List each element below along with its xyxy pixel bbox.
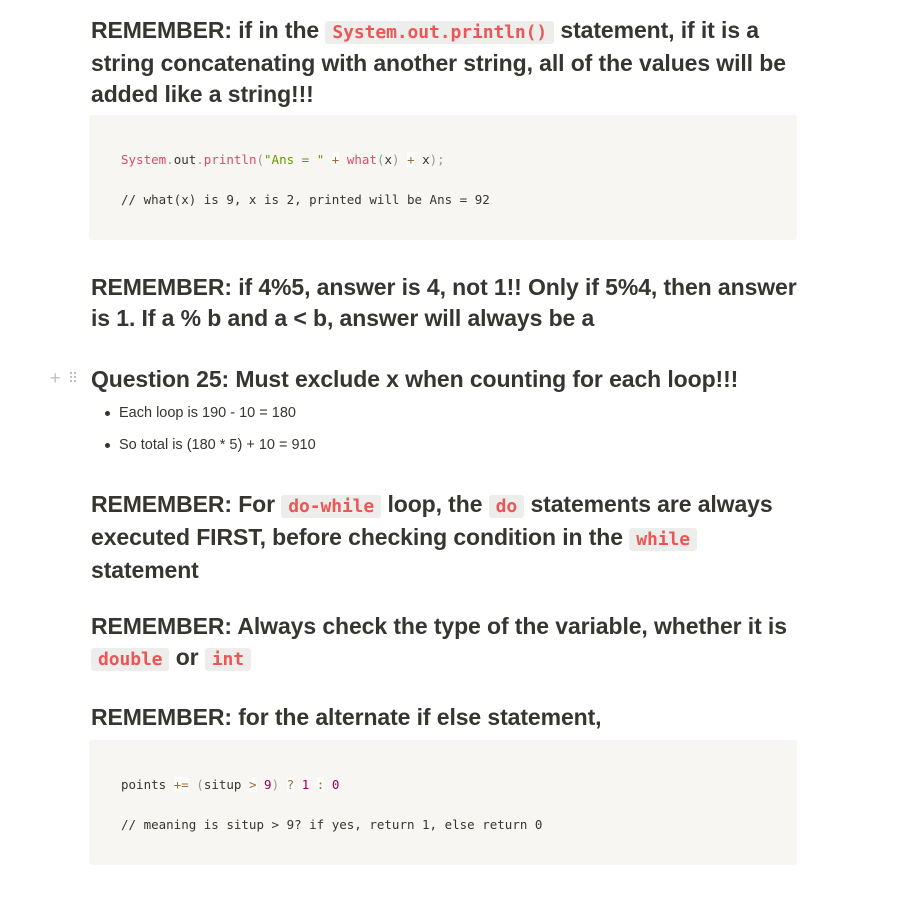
code-token: situp bbox=[203, 777, 249, 792]
code-token: ( bbox=[256, 152, 265, 167]
text: statement bbox=[91, 557, 199, 583]
inline-code: double bbox=[91, 648, 170, 671]
code-token: ); bbox=[429, 152, 445, 167]
remember-type-heading: REMEMBER: Always check the type of the v… bbox=[91, 611, 797, 675]
list-item: Each loop is 190 - 10 = 180 bbox=[105, 405, 296, 421]
remember-println-heading: REMEMBER: if in the System.out.println()… bbox=[91, 15, 797, 110]
code-comment: // meaning is situp > 9? if yes, return … bbox=[121, 817, 543, 832]
code-block-println[interactable]: System.out.println("Ans = " + what(x) + … bbox=[89, 115, 797, 240]
code-token: ( bbox=[196, 777, 204, 792]
code-token: + bbox=[407, 152, 415, 167]
code-token: . bbox=[196, 152, 204, 167]
code-token: 9 bbox=[264, 777, 272, 792]
code-token: points bbox=[121, 777, 174, 792]
code-token: += bbox=[173, 777, 189, 792]
remember-modulo-heading: REMEMBER: if 4%5, answer is 4, not 1!! O… bbox=[91, 274, 797, 331]
code-token: x bbox=[384, 152, 392, 167]
text: REMEMBER: Always check the type of the v… bbox=[91, 613, 787, 639]
add-block-icon[interactable]: + bbox=[50, 368, 61, 389]
code-token: out bbox=[173, 152, 197, 167]
code-token: ) bbox=[271, 777, 280, 792]
code-token: x bbox=[414, 152, 430, 167]
text: REMEMBER: if in the bbox=[91, 17, 326, 43]
remember-ternary-heading: REMEMBER: for the alternate if else stat… bbox=[91, 704, 602, 730]
code-token: . bbox=[166, 152, 174, 167]
code-comment: // what(x) is 9, x is 2, printed will be… bbox=[121, 192, 490, 207]
code-token: > bbox=[248, 777, 257, 792]
code-line: points += (situp > 9) ? 1 : 0 bbox=[121, 777, 339, 792]
question-25-heading: Question 25: Must exclude x when countin… bbox=[91, 366, 739, 392]
inline-code: while bbox=[629, 528, 697, 551]
text: loop, the bbox=[381, 491, 489, 517]
drag-handle-icon[interactable]: ⠿ bbox=[68, 370, 78, 387]
code-line: System.out.println("Ans = " + what(x) + … bbox=[121, 152, 445, 167]
inline-code: System.out.println() bbox=[325, 21, 555, 44]
code-token: println bbox=[203, 152, 257, 167]
remember-do-while-heading: REMEMBER: For do-while loop, the do stat… bbox=[91, 489, 797, 586]
inline-code: do-while bbox=[281, 495, 382, 518]
text: or bbox=[169, 644, 205, 670]
code-token: what bbox=[346, 152, 377, 167]
text: REMEMBER: For bbox=[91, 491, 282, 517]
inline-code: int bbox=[204, 648, 252, 671]
inline-code: do bbox=[488, 495, 525, 518]
code-token: System bbox=[121, 152, 167, 167]
code-block-ternary[interactable]: points += (situp > 9) ? 1 : 0 // meaning… bbox=[89, 740, 797, 865]
code-token: "Ans = " bbox=[264, 152, 325, 167]
code-token: ) bbox=[392, 152, 400, 167]
list-item: So total is (180 * 5) + 10 = 910 bbox=[105, 437, 316, 453]
code-token: 0 bbox=[331, 777, 340, 792]
